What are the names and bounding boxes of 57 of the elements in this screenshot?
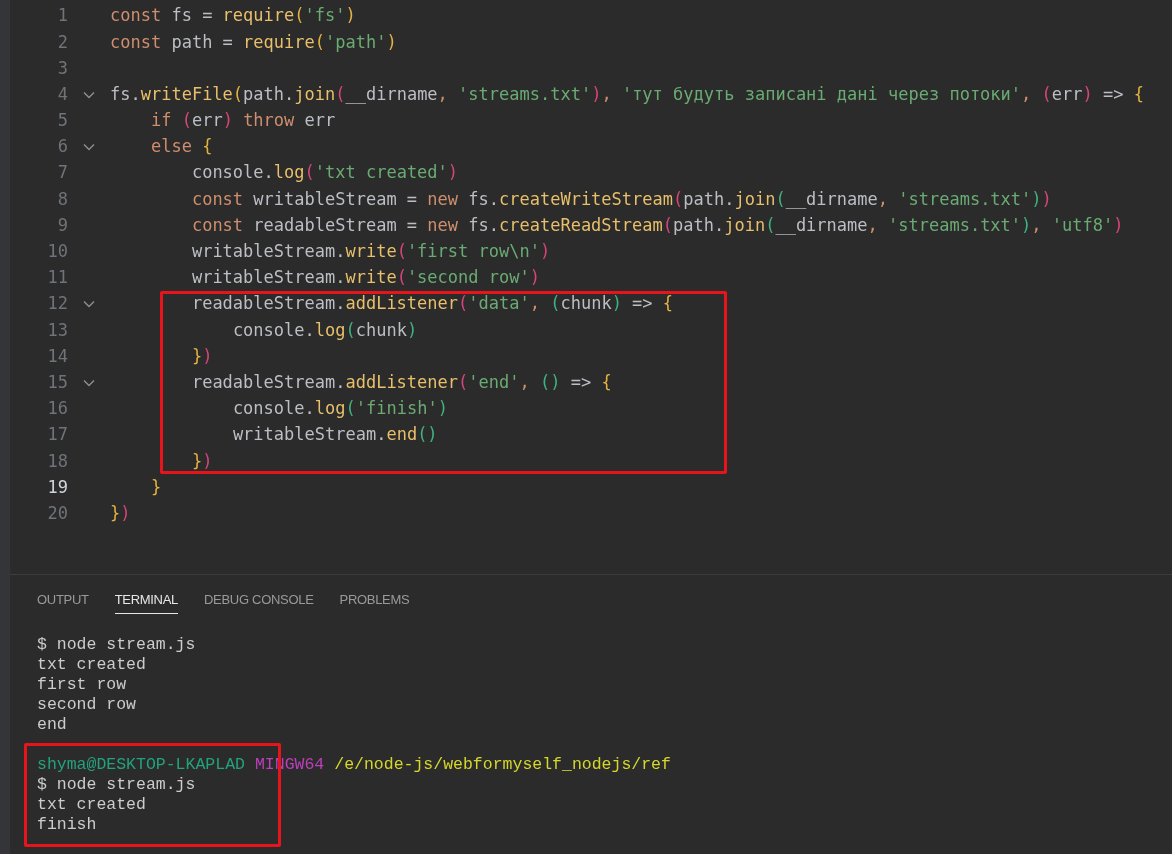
code-line: const writableStream = new fs.createWriteStream(path.join(__dirname, 'streams.txt')) [191, 187, 1052, 211]
line-number: 8 [56, 187, 68, 211]
panel-tab[interactable]: DEBUG CONSOLE [204, 586, 314, 614]
code-line: writableStream.end() [232, 423, 438, 447]
terminal-text: finish [37, 815, 97, 835]
line-number: 13 [46, 318, 68, 342]
code-line: writableStream.write('second row') [191, 266, 540, 290]
panel-tab[interactable]: PROBLEMS [339, 586, 410, 614]
terminal-text: first row [37, 675, 127, 695]
terminal-text: /e/node-js/webformyself_nodejs/ref [334, 755, 671, 775]
line-number: 3 [56, 56, 68, 80]
line-number: 6 [56, 135, 68, 159]
chevron-down-icon[interactable] [83, 143, 95, 152]
code-line: writableStream.write('first row\n') [191, 240, 551, 264]
line-number: 16 [46, 397, 68, 421]
line-number: 4 [56, 82, 68, 106]
line-number: 10 [46, 240, 68, 264]
line-number: 14 [46, 344, 68, 368]
line-number: 11 [46, 266, 68, 290]
code-line: console.log('txt created') [191, 161, 459, 185]
code-line: const readableStream = new fs.createReadStream(path.join(__dirname, 'streams.txt'), 'utf8') [191, 213, 1124, 237]
code-line: else { [150, 135, 213, 159]
chevron-down-icon[interactable] [83, 378, 95, 387]
code-line: console.log('finish') [232, 397, 448, 421]
terminal-text: end [37, 715, 67, 735]
terminal-text: second row [37, 695, 137, 715]
code-line: const fs = require('fs') [110, 4, 356, 28]
line-number: 7 [56, 161, 68, 185]
line-number: 20 [46, 501, 68, 525]
code-line: } [150, 475, 162, 499]
code-line: console.log(chunk) [232, 318, 418, 342]
line-number: 12 [46, 292, 68, 316]
line-number: 2 [56, 30, 68, 54]
code-line: readableStream.addListener('end', () => { [191, 370, 612, 394]
terminal-text: txt created [37, 655, 146, 675]
code-line: }) [191, 449, 213, 473]
terminal-text: $ node stream.js [37, 635, 196, 655]
line-number: 15 [46, 370, 68, 394]
code-line: }) [191, 344, 213, 368]
code-line: if (err) throw err [150, 109, 336, 133]
code-line: }) [110, 501, 131, 525]
chevron-down-icon[interactable] [83, 90, 95, 99]
terminal-text: shyma@DESKTOP-LKAPLAD [37, 755, 245, 775]
line-number: 5 [56, 109, 68, 133]
code-line: readableStream.addListener('data', (chunk) => { [191, 292, 674, 316]
line-number: 19 [46, 475, 68, 499]
line-number: 18 [46, 449, 68, 473]
code-line: fs.writeFile(path.join(__dirname, 'streams.txt'), 'тут будуть записані дані через потоки', (err) => { [110, 82, 1144, 106]
panel-tab[interactable]: OUTPUT [37, 586, 89, 614]
panel-tab[interactable]: TERMINAL [114, 586, 178, 614]
line-number: 1 [56, 4, 68, 28]
terminal-text: $ node stream.js [37, 775, 196, 795]
terminal-text: txt created [37, 795, 146, 815]
line-number: 9 [56, 213, 68, 237]
chevron-down-icon[interactable] [83, 300, 95, 309]
code-line: const path = require('path') [110, 30, 397, 54]
line-number: 17 [46, 423, 68, 447]
